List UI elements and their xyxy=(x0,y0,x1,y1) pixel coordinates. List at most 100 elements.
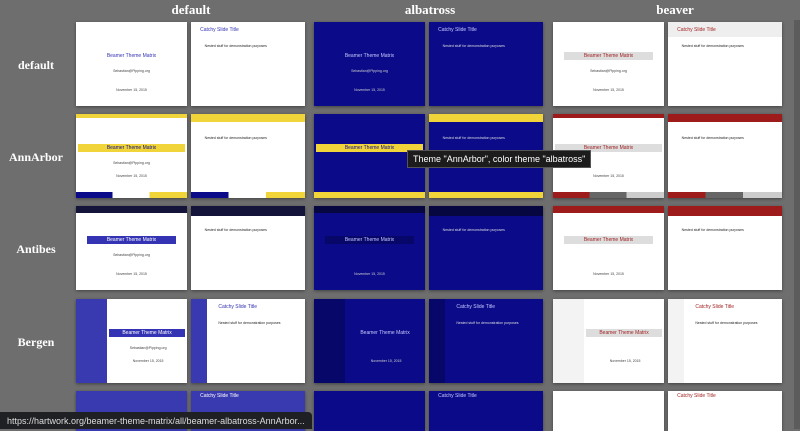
top-bar xyxy=(76,114,187,118)
slide-title-box: Beamer Theme Matrix xyxy=(106,53,157,59)
row-header-annarbor: AnnArbor xyxy=(8,149,63,164)
frame-bullets: Nested stuff for demonstration purposes xyxy=(681,43,744,48)
column-header-albatross: albatross xyxy=(404,2,456,17)
slide-bergen-albatross-frame[interactable]: Catchy Slide Title Nested stuff for demo… xyxy=(429,299,543,383)
slide-row5-albatross-title[interactable] xyxy=(314,391,425,431)
vertical-scrollbar[interactable] xyxy=(794,20,800,429)
frame-title: Catchy Slide Title xyxy=(677,393,716,400)
slide-annarbor-default-title[interactable]: Beamer Theme Matrix Sebastian@Pipping.or… xyxy=(76,114,187,198)
slide-antibes-beaver-title[interactable]: Beamer Theme Matrix November 15, 2015 xyxy=(553,206,664,290)
frame-title: Catchy Slide Title xyxy=(456,304,495,311)
slide-default-beaver-title[interactable]: Beamer Theme Matrix Sebastian@Pipping.or… xyxy=(553,22,664,106)
frame-title: Catchy Slide Title xyxy=(677,27,716,34)
slide-date: November 15, 2015 xyxy=(609,359,641,364)
slide-title-box: Beamer Theme Matrix xyxy=(87,236,176,244)
side-panel xyxy=(429,299,445,383)
footer-bar xyxy=(191,192,305,198)
slide-default-albatross-frame[interactable]: Catchy Slide Title Nested stuff for demo… xyxy=(429,22,543,106)
top-bar xyxy=(76,206,187,213)
frame-title: Catchy Slide Title xyxy=(438,27,477,34)
slide-default-default-frame[interactable]: Catchy Slide Title Nested stuff for demo… xyxy=(191,22,305,106)
slide-date: November 15, 2015 xyxy=(354,87,385,92)
slide-author: Sebastian@Pipping.org xyxy=(113,161,150,166)
frame-bullets: Nested stuff for demonstration purposes xyxy=(695,320,758,325)
slide-title-box: Beamer Theme Matrix xyxy=(564,236,653,244)
slide-title-box: Beamer Theme Matrix xyxy=(586,329,662,337)
frame-bullets: Nested stuff for demonstration purposes xyxy=(681,227,744,232)
slide-bergen-default-frame[interactable]: Catchy Slide Title Nested stuff for demo… xyxy=(191,299,305,383)
frame-bullets: Nested stuff for demonstration purposes xyxy=(456,320,519,325)
slide-author: Sebastian@Pipping.org xyxy=(113,69,150,74)
slide-title-box: Beamer Theme Matrix xyxy=(360,330,410,336)
frame-bullets: Nested stuff for demonstration purposes xyxy=(204,135,267,140)
slide-annarbor-default-frame[interactable]: Nested stuff for demonstration purposes xyxy=(191,114,305,198)
top-bar xyxy=(668,206,782,217)
top-bar xyxy=(553,206,664,213)
slide-date: November 15, 2015 xyxy=(593,271,624,276)
tooltip: Theme "AnnArbor", color theme "albatross… xyxy=(407,150,592,168)
frame-title-bar xyxy=(429,114,543,123)
slide-date: November 15, 2015 xyxy=(354,271,385,276)
top-bar xyxy=(314,206,425,213)
slide-date: November 15, 2015 xyxy=(593,174,624,179)
footer-bar xyxy=(668,192,782,198)
slide-title-box: Beamer Theme Matrix xyxy=(344,53,395,59)
frame-bullets: Nested stuff for demonstration purposes xyxy=(204,227,267,232)
footer-bar xyxy=(553,192,664,198)
slide-date: November 15, 2015 xyxy=(370,359,402,364)
slide-bergen-albatross-title[interactable]: Beamer Theme Matrix November 15, 2015 xyxy=(314,299,425,383)
frame-bullets: Nested stuff for demonstration purposes xyxy=(204,43,267,48)
slide-date: November 15, 2015 xyxy=(116,174,147,179)
slide-bergen-default-title[interactable]: Beamer Theme Matrix Sebastian@Pipping.or… xyxy=(76,299,187,383)
footer-bar xyxy=(76,192,187,198)
slide-annarbor-beaver-frame[interactable]: Nested stuff for demonstration purposes xyxy=(668,114,782,198)
slide-author: Sebastian@Pipping.org xyxy=(129,346,167,351)
slide-bergen-beaver-title[interactable]: Beamer Theme Matrix November 15, 2015 xyxy=(553,299,664,383)
slide-date: November 15, 2015 xyxy=(116,271,147,276)
top-bar xyxy=(429,206,543,217)
slide-author: Sebastian@Pipping.org xyxy=(590,69,627,74)
frame-bullets: Nested stuff for demonstration purposes xyxy=(442,43,505,48)
status-bar-url: https://hartwork.org/beamer-theme-matrix… xyxy=(0,412,312,429)
side-panel xyxy=(191,299,207,383)
slide-antibes-albatross-title[interactable]: Beamer Theme Matrix November 15, 2015 xyxy=(314,206,425,290)
row-header-antibes: Antibes xyxy=(16,241,56,256)
column-header-default: default xyxy=(171,2,211,17)
side-panel xyxy=(668,299,684,383)
frame-bullets: Nested stuff for demonstration purposes xyxy=(218,320,281,325)
slide-antibes-default-title[interactable]: Beamer Theme Matrix Sebastian@Pipping.or… xyxy=(76,206,187,290)
slide-author: Sebastian@Pipping.org xyxy=(351,69,388,74)
slide-title-box: Beamer Theme Matrix xyxy=(564,52,653,60)
top-bar xyxy=(191,206,305,217)
slide-row5-beaver-title[interactable] xyxy=(553,391,664,431)
slide-bergen-beaver-frame[interactable]: Catchy Slide Title Nested stuff for demo… xyxy=(668,299,782,383)
top-bar xyxy=(553,114,664,118)
slide-antibes-beaver-frame[interactable]: Nested stuff for demonstration purposes xyxy=(668,206,782,290)
slide-default-albatross-title[interactable]: Beamer Theme Matrix Sebastian@Pipping.or… xyxy=(314,22,425,106)
side-panel xyxy=(314,299,346,383)
footer-bar xyxy=(429,192,543,198)
frame-title-bar xyxy=(668,114,782,123)
slide-antibes-default-frame[interactable]: Nested stuff for demonstration purposes xyxy=(191,206,305,290)
frame-title-bar xyxy=(191,114,305,123)
frame-bullets: Nested stuff for demonstration purposes xyxy=(442,135,505,140)
frame-bullets: Nested stuff for demonstration purposes xyxy=(681,135,744,140)
slide-title-box: Beamer Theme Matrix xyxy=(325,236,414,244)
row-header-bergen: Bergen xyxy=(17,334,55,349)
frame-title: Catchy Slide Title xyxy=(695,304,734,311)
slide-author: Sebastian@Pipping.org xyxy=(113,253,150,258)
side-panel xyxy=(76,299,108,383)
slide-antibes-albatross-frame[interactable]: Nested stuff for demonstration purposes xyxy=(429,206,543,290)
frame-title: Catchy Slide Title xyxy=(438,393,477,400)
slide-date: November 15, 2015 xyxy=(132,359,164,364)
frame-title: Catchy Slide Title xyxy=(218,304,257,311)
slide-row5-albatross-frame[interactable]: Catchy Slide Title xyxy=(429,391,543,431)
slide-default-default-title[interactable]: Beamer Theme Matrix Sebastian@Pipping.or… xyxy=(76,22,187,106)
footer-bar xyxy=(314,192,425,198)
slide-row5-beaver-frame[interactable]: Catchy Slide Title xyxy=(668,391,782,431)
row-header-default: default xyxy=(18,57,54,72)
side-panel xyxy=(553,299,585,383)
slide-default-beaver-frame[interactable]: Catchy Slide Title Nested stuff for demo… xyxy=(668,22,782,106)
slide-date: November 15, 2015 xyxy=(116,87,147,92)
slide-title-box: Beamer Theme Matrix xyxy=(78,144,185,152)
